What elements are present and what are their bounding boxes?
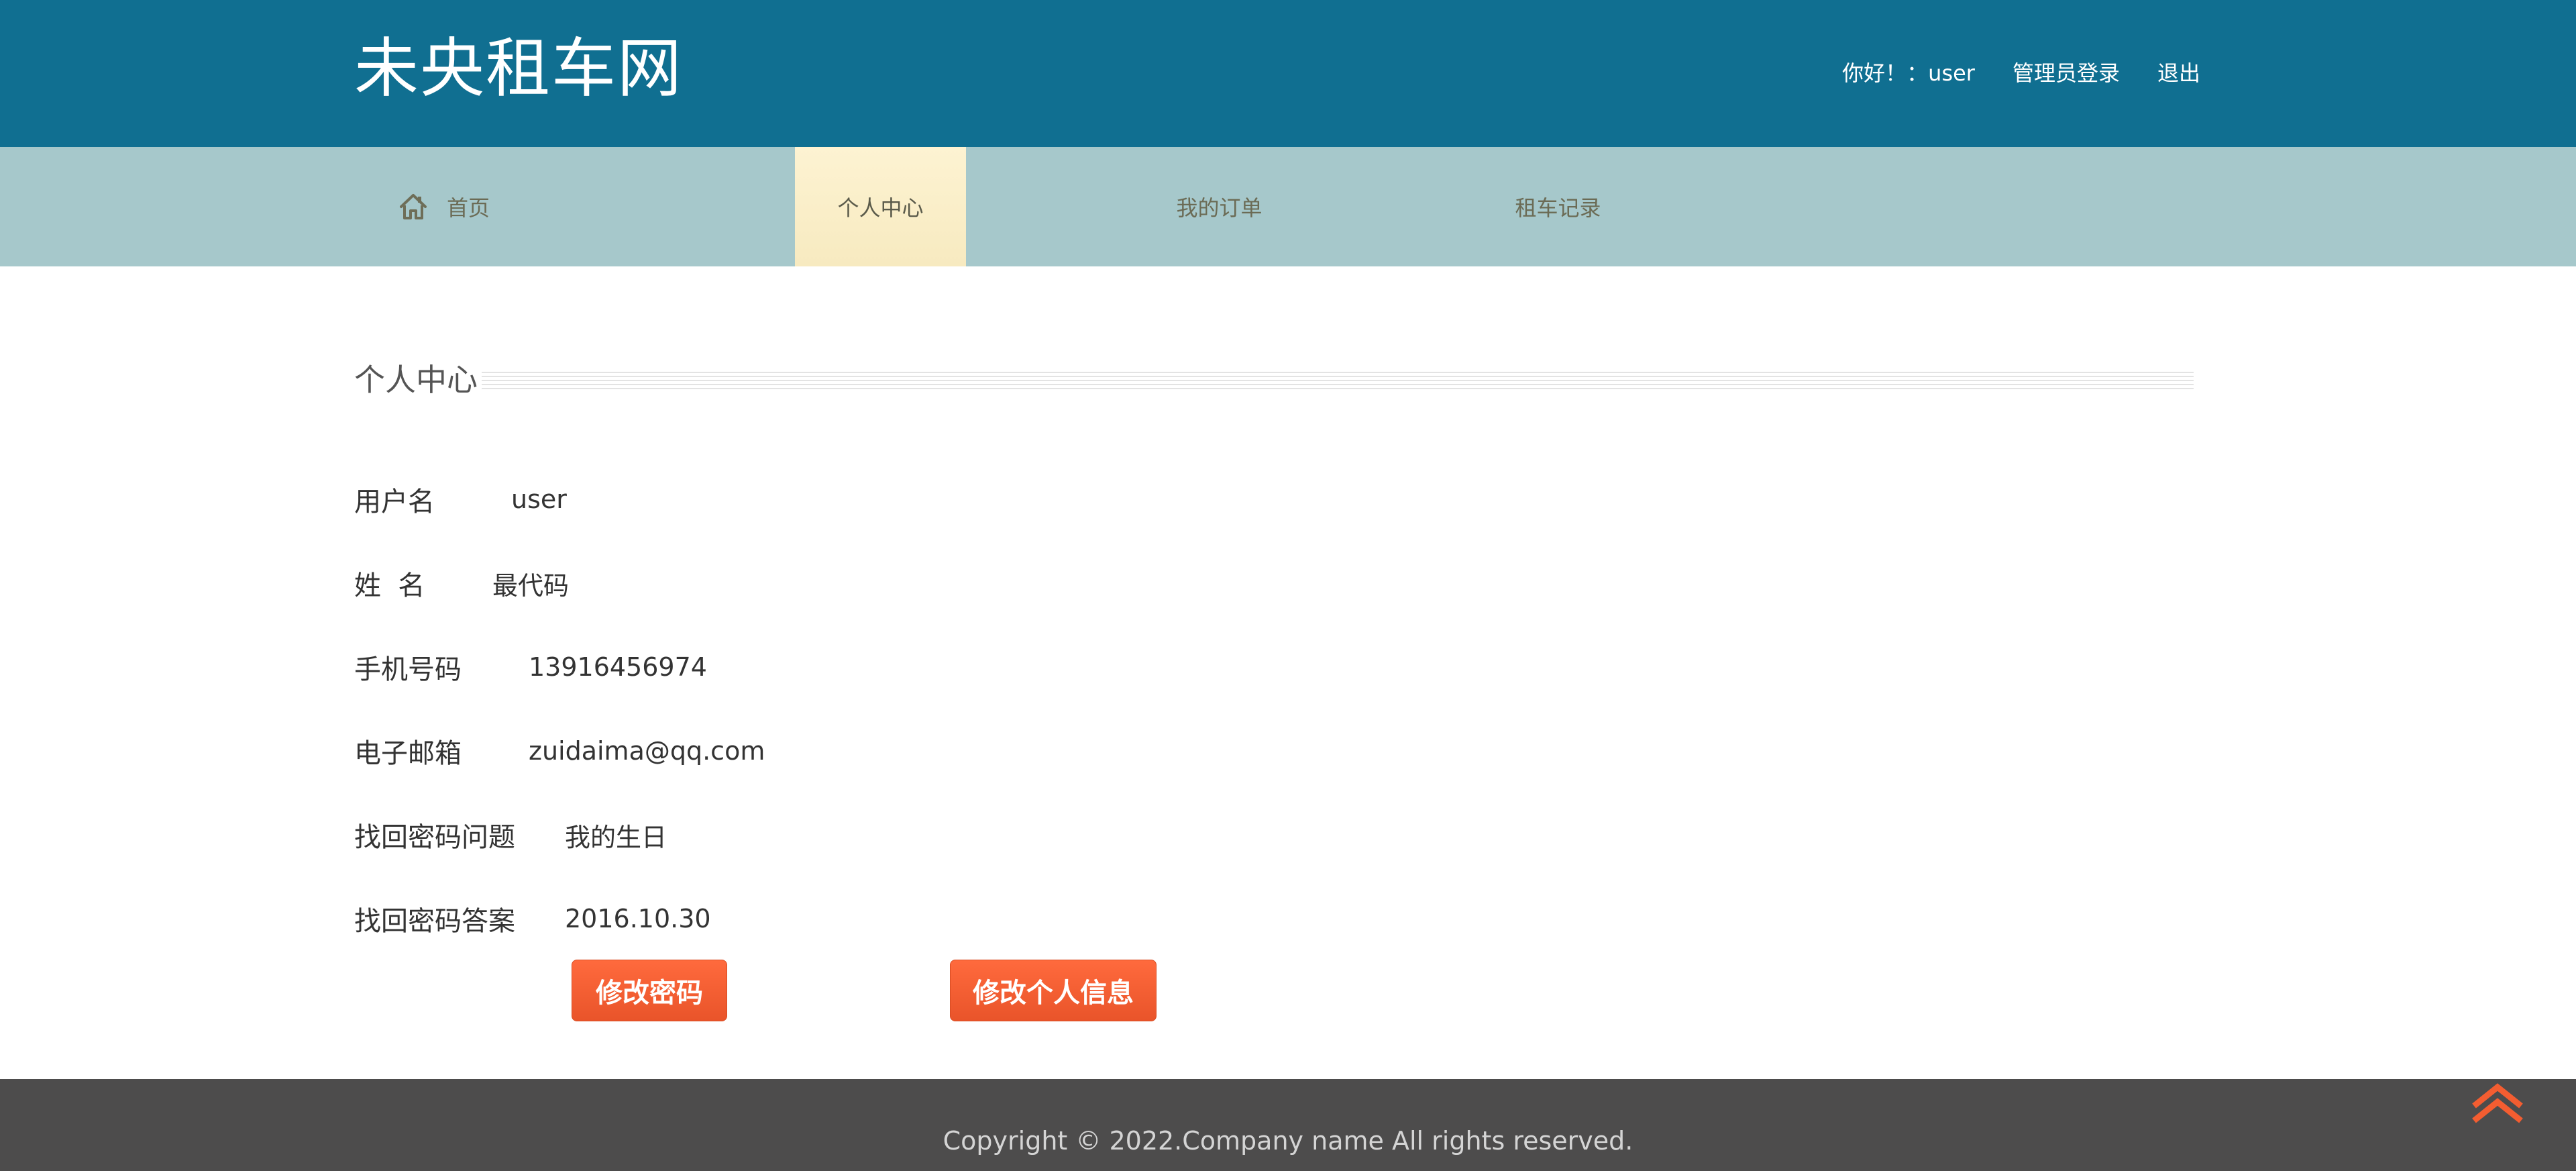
field-email: 电子邮箱 zuidaima@qq.com xyxy=(354,731,765,771)
nav-item-label: 个人中心 xyxy=(837,195,924,221)
section-title-rule xyxy=(354,372,2194,391)
home-icon xyxy=(400,194,427,219)
field-name: 姓 名 最代码 xyxy=(354,563,569,603)
nav-item-home[interactable]: 首页 xyxy=(376,147,550,266)
main-nav: 首页 个人中心 我的订单 租车记录 xyxy=(0,147,2576,266)
field-label: 找回密码答案 xyxy=(354,906,515,937)
nav-item-profile[interactable]: 个人中心 xyxy=(795,147,966,266)
site-title[interactable]: 未央租车网 xyxy=(354,28,683,109)
field-label: 用户名 xyxy=(354,487,435,517)
field-username: 用户名 user xyxy=(354,479,567,519)
nav-item-label: 我的订单 xyxy=(1176,195,1263,221)
field-security-question: 找回密码问题 我的生日 xyxy=(354,815,667,855)
edit-profile-button[interactable]: 修改个人信息 xyxy=(950,960,1157,1021)
nav-item-orders[interactable]: 我的订单 xyxy=(1134,147,1305,266)
field-value: zuidaima@qq.com xyxy=(529,736,765,766)
nav-item-label: 首页 xyxy=(447,195,490,221)
user-links: 你好！：user 管理员登录 退出 xyxy=(1842,55,2200,89)
field-value: 13916456974 xyxy=(529,652,707,682)
field-value: user xyxy=(511,485,567,514)
field-label: 手机号码 xyxy=(354,654,462,685)
field-phone: 手机号码 13916456974 xyxy=(354,647,707,687)
field-value: 我的生日 xyxy=(565,822,667,852)
site-header: 未央租车网 你好！：user 管理员登录 退出 xyxy=(0,0,2576,147)
site-footer: Copyright © 2022.Company name All rights… xyxy=(0,1079,2576,1171)
field-label: 找回密码问题 xyxy=(354,822,515,853)
nav-item-rental-records[interactable]: 租车记录 xyxy=(1472,147,1644,266)
field-value: 最代码 xyxy=(492,570,570,601)
change-password-button[interactable]: 修改密码 xyxy=(572,960,727,1021)
field-security-answer: 找回密码答案 2016.10.30 xyxy=(354,899,711,939)
page-title: 个人中心 xyxy=(354,360,482,400)
field-value: 2016.10.30 xyxy=(565,904,711,933)
double-chevron-up-icon[interactable] xyxy=(2469,1082,2526,1125)
copyright-text: Copyright © 2022.Company name All rights… xyxy=(943,1126,1633,1156)
field-label: 电子邮箱 xyxy=(354,738,462,769)
nav-item-label: 租车记录 xyxy=(1515,195,1601,221)
field-label: 姓 名 xyxy=(354,570,425,601)
user-greeting: 你好！：user xyxy=(1842,60,1975,86)
logout-link[interactable]: 退出 xyxy=(2157,56,2200,87)
admin-login-link[interactable]: 管理员登录 xyxy=(2012,56,2120,87)
